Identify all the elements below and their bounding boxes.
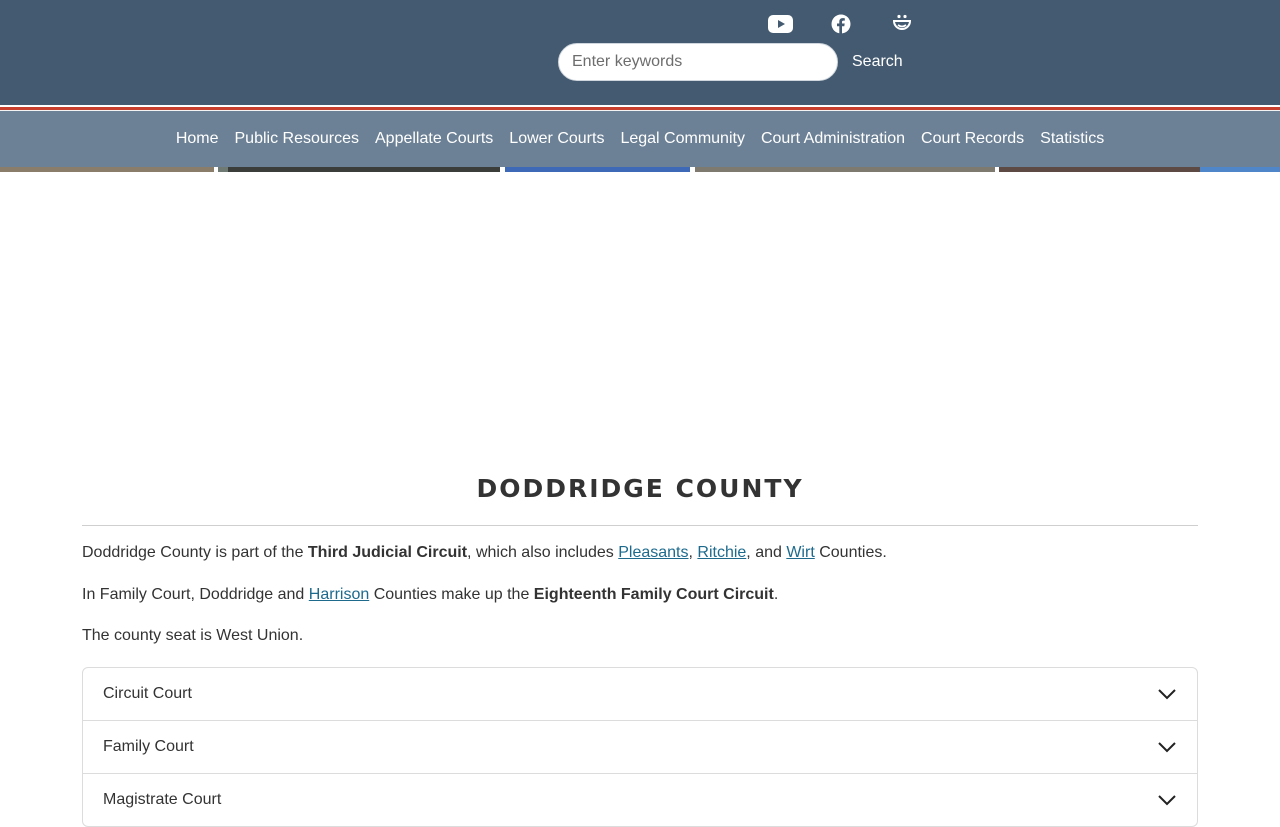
nav-item-home: Home [168, 130, 227, 148]
nav-link-statistics[interactable]: Statistics [1040, 130, 1104, 147]
pleasants-link[interactable]: Pleasants [618, 544, 688, 561]
title-divider [82, 525, 1198, 526]
nav-link-public-resources[interactable]: Public Resources [235, 130, 360, 147]
circuit-description: Doddridge County is part of the Third Ju… [82, 544, 887, 561]
nav-item-public-resources: Public Resources [227, 130, 368, 148]
search-button[interactable]: Search [846, 48, 909, 76]
accordion-label: Magistrate Court [103, 791, 222, 808]
accordion-item-circuit-court[interactable]: Circuit Court [83, 668, 1197, 721]
nav-item-lower-courts: Lower Courts [501, 130, 612, 148]
facebook-icon[interactable] [827, 12, 855, 36]
search-input[interactable] [558, 43, 838, 81]
smile-icon[interactable] [888, 12, 916, 36]
wirt-link[interactable]: Wirt [786, 544, 814, 561]
site-header: Search [0, 0, 1280, 105]
nav-link-lower-courts[interactable]: Lower Courts [509, 130, 604, 147]
social-links [766, 12, 916, 36]
harrison-link[interactable]: Harrison [309, 586, 369, 603]
family-court-circuit-text: Eighteenth Family Court Circuit [533, 586, 774, 603]
accordion-item-magistrate-court[interactable]: Magistrate Court [83, 774, 1197, 826]
nav-item-appellate-courts: Appellate Courts [367, 130, 501, 148]
nav-link-home[interactable]: Home [176, 130, 219, 147]
ritchie-link[interactable]: Ritchie [697, 544, 746, 561]
nav-link-court-administration[interactable]: Court Administration [761, 130, 905, 147]
chevron-down-icon [1157, 684, 1177, 704]
accordion-label: Circuit Court [103, 685, 192, 702]
family-court-description: In Family Court, Doddridge and Harrison … [82, 586, 779, 603]
nav-item-legal-community: Legal Community [612, 130, 753, 148]
main-navigation: Home Public Resources Appellate Courts L… [0, 111, 1280, 167]
nav-item-statistics: Statistics [1032, 130, 1112, 148]
nav-link-legal-community[interactable]: Legal Community [620, 130, 745, 147]
chevron-down-icon [1157, 737, 1177, 757]
court-accordion: Circuit Court Family Court Magistrate Co… [82, 667, 1198, 827]
accordion-label: Family Court [103, 738, 194, 755]
county-seat-text: The county seat is West Union. [82, 627, 304, 644]
page-title: DODDRIDGE COUNTY [476, 474, 804, 503]
nav-link-appellate-courts[interactable]: Appellate Courts [375, 130, 493, 147]
third-judicial-circuit-text: Third Judicial Circuit [307, 544, 468, 561]
nav-item-court-administration: Court Administration [753, 130, 913, 148]
nav-link-court-records[interactable]: Court Records [921, 130, 1024, 147]
nav-item-court-records: Court Records [913, 130, 1032, 148]
accordion-item-family-court[interactable]: Family Court [83, 721, 1197, 774]
banner-photo-strip [0, 167, 1280, 172]
chevron-down-icon [1157, 790, 1177, 810]
youtube-icon[interactable] [766, 12, 794, 36]
nav-list: Home Public Resources Appellate Courts L… [0, 111, 1280, 167]
